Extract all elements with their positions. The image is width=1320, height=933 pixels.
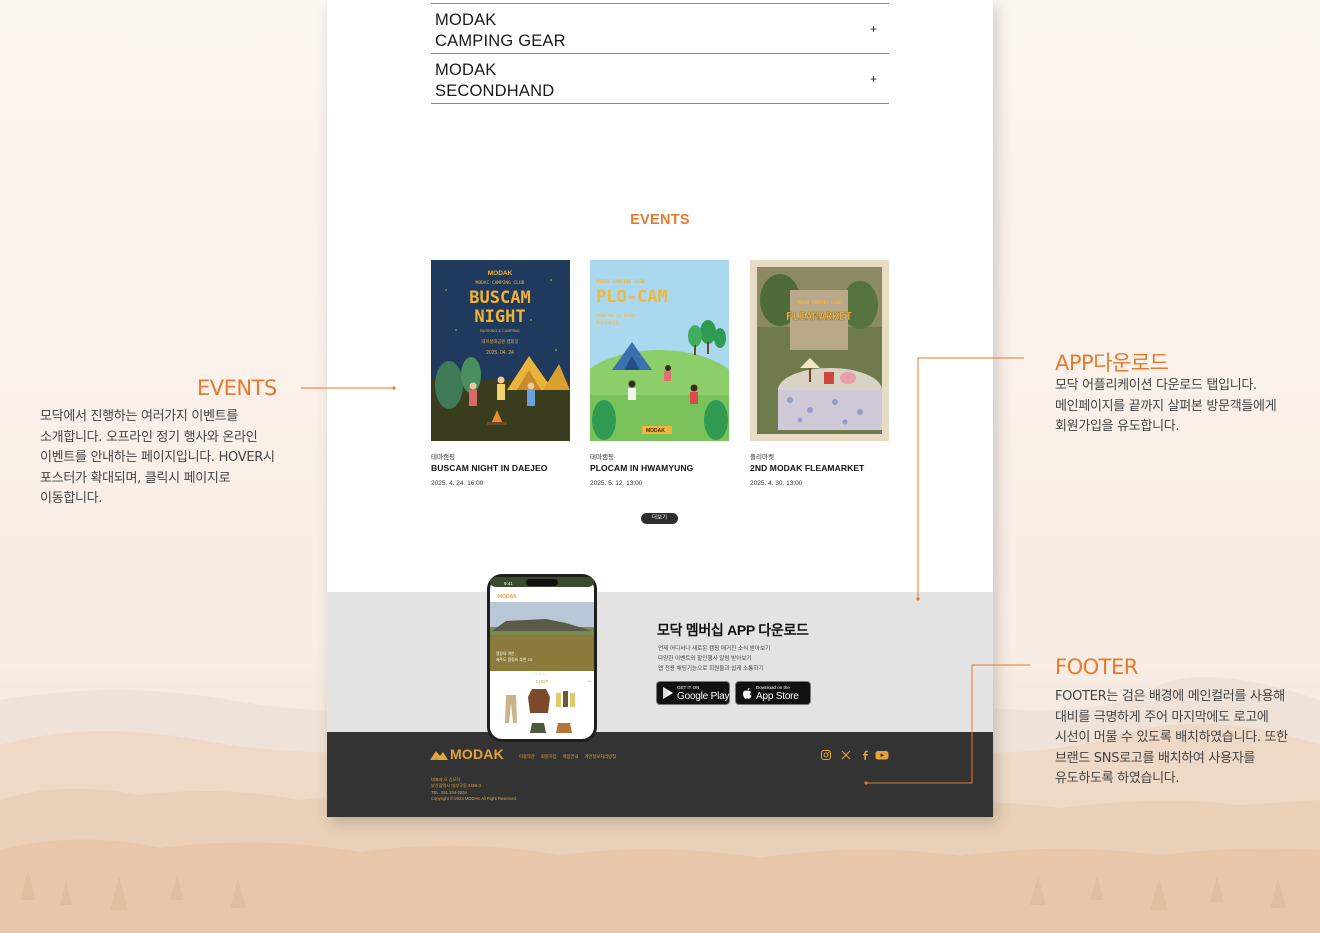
apple-icon — [743, 688, 752, 699]
event-date: 2025. 4. 24. 16:00 — [431, 480, 484, 487]
app-store-label: App Store — [756, 691, 799, 702]
event-title[interactable]: 2ND MODAK FLEAMARKET — [750, 463, 889, 473]
poster-line1: FLEAMARKET — [786, 310, 853, 323]
event-card-plocam[interactable]: MODAK CAMPING CLUB PLO-CAM 2025. 05. 12.… — [590, 260, 729, 487]
event-date: 2025. 5. 12. 13:00 — [590, 480, 643, 487]
accordion-label: MODAK CAMPING GEAR — [435, 11, 566, 50]
website-mockup: MODAK CAMPING GEAR + MODAK SECONDHAND + … — [327, 0, 993, 817]
google-play-button[interactable]: GET IT ON Google Play — [656, 681, 730, 705]
poster-club: MODAC CAMPING CLUB — [476, 280, 525, 286]
poster-line1: PLO-CAM — [596, 287, 668, 307]
plus-icon[interactable]: + — [870, 22, 877, 36]
footer-logo[interactable]: MODAK — [430, 746, 504, 762]
app-phone-mockup: 9:41 MODAK 캠핑의 여운, 제주도 캠핑지 추천 10 SHOP + — [487, 574, 597, 742]
phone-brand: MODAK — [498, 594, 517, 600]
accordion-item-camping-gear[interactable]: MODAK CAMPING GEAR + — [431, 4, 889, 54]
event-date: 2025. 4. 30. 13:00 — [750, 480, 803, 487]
google-play-label: Google Play — [677, 691, 730, 702]
poster-date: 2025. 05. 12. 13:00 — [596, 313, 635, 318]
app-note-body: 모닥 어플리케이션 다운로드 탭입니다. 메인페이지를 끝까지 살펴본 방문객들… — [1055, 378, 1277, 434]
events-note-body: 모닥에서 진행하는 여러가지 이벤트를 소개합니다. 오프라인 정기 행사와 온… — [40, 409, 275, 506]
footer-logo-text: MODAK — [450, 746, 504, 762]
app-download-description: 언제 어디서나 새로운 캠핑 매거진 소식 받아보기 다양한 이벤트와 할인행사… — [658, 646, 771, 672]
phone-shop-plus: + — [588, 679, 591, 685]
footer-link-privacy[interactable]: 개인정보처리방침 — [584, 754, 616, 760]
app-store-button[interactable]: Download on the App Store — [735, 681, 811, 705]
accordion-label: MODAK SECONDHAND — [435, 61, 555, 100]
events-heading: EVENTS — [630, 212, 690, 228]
instagram-icon[interactable] — [820, 749, 832, 761]
footer-company-info: 대표자:모 김모닥 부산광역시 대부구동 2456-3 TEL. 051 334… — [431, 777, 517, 801]
events-note-title: EVENTS — [197, 376, 277, 400]
poster-brand: MODAK — [488, 270, 513, 277]
event-category: 테마캠핑 — [590, 454, 614, 461]
event-card-buscam[interactable]: MODAK MODAC CAMPING CLUB BUSCAM NIGHT BU… — [431, 260, 570, 487]
phone-time: 9:41 — [504, 581, 513, 586]
x-twitter-icon[interactable] — [840, 749, 852, 761]
footer-note-title: FOOTER — [1055, 655, 1138, 679]
google-play-icon — [663, 687, 673, 699]
event-title[interactable]: PLOCAM IN HWAMYUNG — [590, 463, 729, 473]
poster-line1: BUSCAM — [469, 288, 530, 308]
youtube-icon[interactable] — [875, 749, 889, 761]
footer-link-terms[interactable]: 이용약관 — [519, 754, 535, 760]
poster-club: MODAK CAMPING CLUB — [797, 300, 841, 305]
accordion-item-secondhand[interactable]: MODAK SECONDHAND + — [431, 54, 889, 104]
footer-link-stores[interactable]: 매장안내 — [563, 754, 579, 760]
footer-link-signup[interactable]: 회원가입 — [541, 754, 557, 760]
poster-brand: MODAK — [646, 428, 665, 434]
event-title[interactable]: BUSCAM NIGHT IN DAEJEO — [431, 463, 570, 473]
more-button[interactable]: 더보기 — [641, 513, 678, 524]
google-play-small: GET IT ON — [677, 685, 700, 690]
footer: MODAK 이용약관 회원가입 매장안내 개인정보처리방침 대표자:모 김모닥 … — [327, 732, 993, 817]
facebook-icon[interactable] — [859, 749, 871, 761]
event-category: 플리마켓 — [750, 454, 774, 461]
event-poster-fleamarket[interactable]: MODAK CAMPING CLUB FLEAMARKET — [750, 260, 889, 441]
event-poster-plocam[interactable]: MODAK CAMPING CLUB PLO-CAM 2025. 05. 12.… — [590, 260, 729, 441]
event-category: 테마캠핑 — [431, 454, 455, 461]
app-note-title: APP다운로드 — [1055, 351, 1169, 375]
app-download-title: 모닥 멤버십 APP 다운로드 — [657, 622, 809, 638]
poster-date: 2025. 04. 24 — [486, 350, 514, 356]
phone-shop-label: SHOP — [536, 679, 549, 684]
footer-note-body: FOOTER는 검은 배경에 메인컬러를 사용해 대비를 극명하게 주어 마지막… — [1055, 689, 1288, 786]
poster-club: MODAK CAMPING CLUB — [596, 279, 645, 285]
poster-kr: 대저생태공원 캠핑장 — [482, 338, 519, 345]
event-card-fleamarket[interactable]: MODAK CAMPING CLUB FLEAMARKET 플리마켓 2ND M… — [750, 260, 889, 487]
footer-links: 이용약관 회원가입 매장안내 개인정보처리방침 — [519, 754, 616, 760]
app-store-small: Download on the — [756, 685, 790, 690]
poster-sub: BUSKING & CAMPING — [480, 329, 519, 333]
plus-icon[interactable]: + — [870, 72, 877, 86]
poster-place: 화명생태공원 — [596, 319, 619, 326]
poster-line2: NIGHT — [474, 307, 525, 327]
mountain-logo-icon — [430, 751, 448, 760]
event-poster-buscam[interactable]: MODAK MODAC CAMPING CLUB BUSCAM NIGHT BU… — [431, 260, 570, 441]
